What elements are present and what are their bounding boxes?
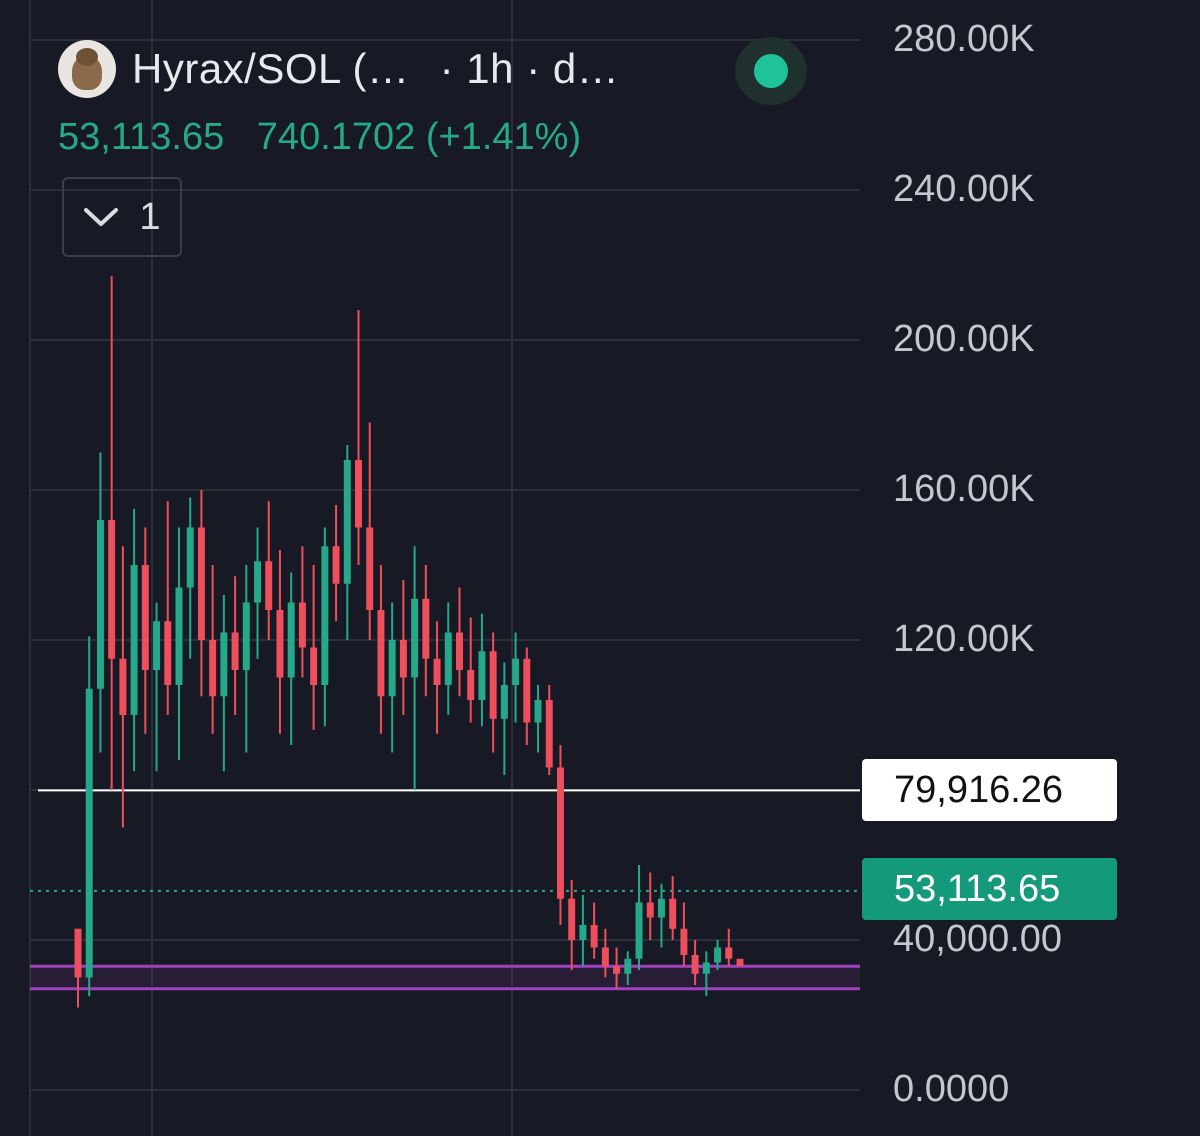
candle-body [231,632,239,670]
candle-body [433,658,441,685]
indicators-count: 1 [139,195,161,238]
interval-label: · 1h · d… [439,45,620,92]
pair-title[interactable]: Hyrax/SOL (… · 1h · d… [132,45,619,93]
y-axis-label: 160.00K [893,468,1035,510]
candle-body [332,546,340,584]
candle-body [254,561,262,603]
candle-body [355,460,362,528]
candle-body [388,640,396,697]
y-axis-label: 0.0000 [893,1068,1010,1110]
candle-body [422,598,430,659]
candle-body [714,947,722,963]
candle-body [209,640,217,697]
candle-body [153,621,161,670]
candle-body [265,561,273,610]
y-axis-label: 120.00K [893,618,1035,660]
candle-body [197,527,205,640]
price-summary: 53,113.65 740.1702 (+1.41%) [58,116,603,159]
candle-body [534,700,542,723]
pair-name: Hyrax/SOL (… [132,45,410,92]
candle-body [242,602,250,670]
candle-body [691,955,699,974]
candle-body [568,898,576,940]
candle-body [601,947,609,967]
candle-body [108,520,116,659]
candle-body [175,587,183,685]
candle-body [646,902,654,918]
candle-body [74,928,82,978]
candle-body [164,621,172,685]
live-status[interactable] [735,37,807,105]
candle-body [276,610,284,678]
candle-body [489,651,497,719]
candle-body [736,958,744,967]
candle-body [680,928,688,955]
candle-body [669,898,677,929]
y-axis-label: 240.00K [893,168,1035,210]
chart-header: Hyrax/SOL (… · 1h · d… [58,40,619,98]
price-change: 740.1702 (+1.41%) [256,116,582,158]
candle-body [399,640,407,678]
candle-body [467,670,475,700]
candle-body [545,700,553,768]
current-price-label: 53,113.65 [862,858,1117,920]
candle-body [119,658,127,715]
candle-body [579,925,587,940]
candle-body [220,632,228,697]
indicators-toggle-button[interactable]: 1 [62,177,182,257]
candle-body [590,925,598,948]
candle-body [310,647,318,685]
candle-body [366,527,374,610]
candle-body [411,598,419,678]
candle-body [186,527,194,588]
y-axis-label: 280.00K [893,18,1035,60]
candle-body [523,658,531,723]
candle-body [456,632,463,670]
candle-body [657,898,665,918]
support-zone [30,966,860,989]
candle-body [512,658,520,685]
last-price: 53,113.65 [58,116,225,158]
candle-body [624,958,632,974]
candle-body [96,520,104,689]
candle-body [500,685,508,719]
horizontal-line-label: 79,916.26 [862,759,1117,821]
candle-body [702,962,710,974]
candle-body [613,966,621,974]
y-axis-label: 200.00K [893,318,1035,360]
candle-body [377,610,385,697]
candle-body [298,602,306,648]
candle-body [343,460,351,584]
candle-body [321,546,329,685]
hyrax-avatar-icon [58,40,116,98]
candle-body [85,688,93,978]
candle-body [130,565,138,715]
candle-body [444,632,452,685]
chevron-down-icon [84,208,119,226]
candle-body [635,902,643,959]
green-dot-icon [754,54,788,88]
y-axis-label: 40,000.00 [893,918,1063,960]
candle-body [287,602,295,678]
candle-body [478,651,486,700]
candle-body [556,767,564,899]
candle-body [725,947,733,959]
candle-body [141,565,149,670]
